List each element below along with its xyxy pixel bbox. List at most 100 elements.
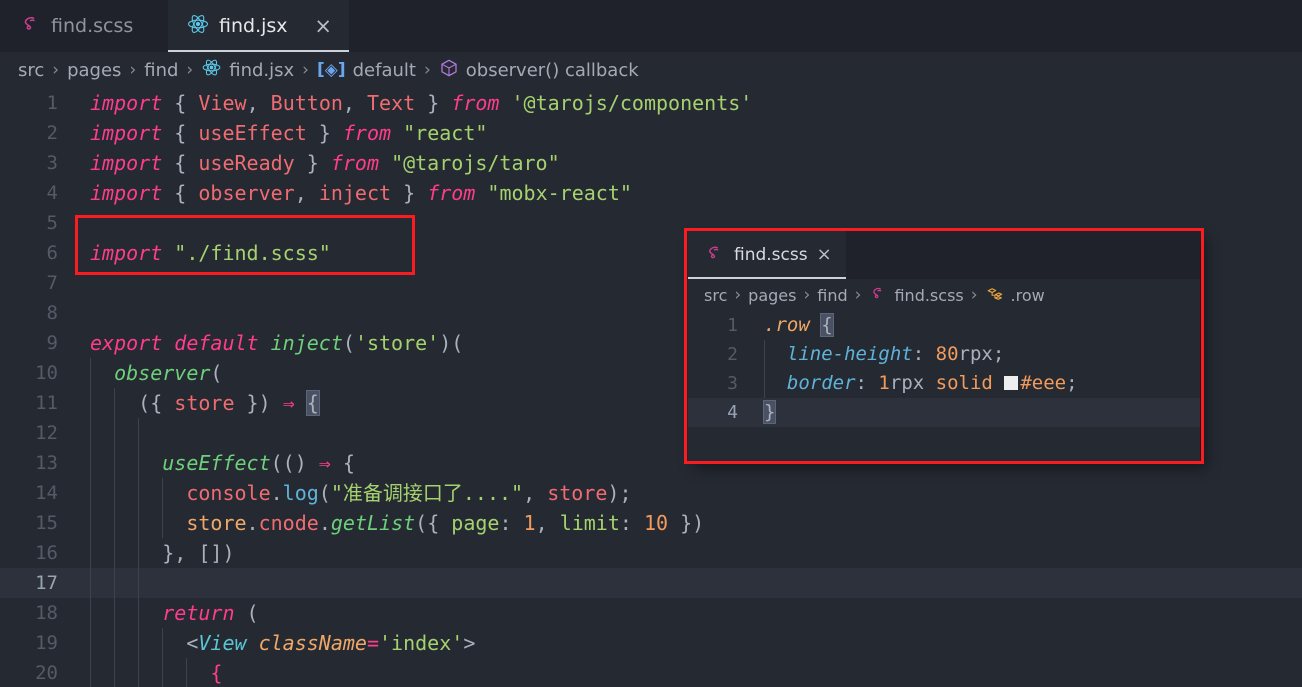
peek-line-number: 2 (727, 344, 738, 365)
code-token: : (499, 511, 524, 535)
code-token: store (547, 481, 608, 505)
line-number: 9 (46, 332, 58, 354)
line-number: 12 (35, 422, 58, 444)
css-rule-icon (985, 284, 1004, 307)
peek-code-line[interactable]: 4} (688, 398, 1200, 427)
code-line[interactable]: 3 import { useReady } from "@tarojs/taro" (0, 148, 1302, 178)
line-number: 8 (46, 302, 58, 324)
indent-guide (138, 658, 139, 687)
tab-find-jsx[interactable]: find.jsx × (168, 0, 349, 52)
close-icon[interactable]: × (314, 15, 332, 37)
code-line[interactable]: 2 import { useEffect } from "react" (0, 118, 1302, 148)
code-token: #eee (1020, 372, 1067, 394)
indent-guide (162, 628, 163, 658)
peek-breadcrumb-item-pages[interactable]: pages (748, 286, 796, 305)
peek-breadcrumb-item-src[interactable]: src (704, 286, 727, 305)
code-line[interactable]: 18 return ( (0, 598, 1302, 628)
code-token: from (451, 91, 500, 115)
code-line[interactable]: 16 }, []) (0, 538, 1302, 568)
peek-breadcrumb-item-find-scss[interactable]: find.scss (868, 284, 964, 307)
code-token: ( (318, 481, 331, 505)
editor-tab-bar: find.scss find.jsx × (0, 0, 1302, 52)
code-line[interactable]: 4 import { observer, inject } from "mobx-… (0, 178, 1302, 208)
peek-breadcrumb-item-row[interactable]: .row (985, 284, 1045, 307)
line-number: 18 (35, 602, 58, 624)
peek-code-text: .row { (750, 311, 1200, 340)
breadcrumb-item-find[interactable]: find (144, 60, 178, 81)
code-token: { (174, 121, 199, 145)
sass-icon (18, 12, 42, 41)
indent-guide (186, 658, 187, 687)
tab-find-scss[interactable]: find.scss (0, 0, 168, 52)
code-line[interactable]: 19 <View className='index'> (0, 628, 1302, 658)
cube-icon (439, 58, 459, 83)
peek-code-line[interactable]: 2 line-height: 80rpx; (688, 340, 1200, 369)
peek-breadcrumb-item-find[interactable]: find (817, 286, 847, 305)
code-line[interactable]: 20 { (0, 658, 1302, 687)
line-number: 15 (35, 512, 58, 534)
code-token: import (90, 91, 163, 115)
breadcrumb-item-src[interactable]: src (18, 60, 44, 81)
code-line[interactable]: 15 store.cnode.getList({ page: 1, limit:… (0, 508, 1302, 538)
breadcrumb-item-pages[interactable]: pages (67, 60, 121, 81)
breadcrumb-item-find-jsx[interactable]: find.jsx (201, 57, 294, 83)
code-token: } (762, 400, 777, 424)
code-token: . (270, 481, 283, 505)
code-token: ( (234, 601, 259, 625)
peek-code-line[interactable]: 3 border: 1rpx solid #eee; (688, 369, 1200, 398)
code-token: observer (198, 181, 295, 205)
code-token: : (912, 343, 936, 365)
code-token: : (855, 372, 879, 394)
breadcrumb-label: find.jsx (229, 59, 295, 81)
code-token: , (535, 511, 560, 535)
indent-guide (90, 388, 91, 418)
code-token: default (174, 331, 259, 355)
close-icon[interactable]: × (817, 246, 832, 264)
indent-guide (90, 628, 91, 658)
peek-code-view[interactable]: 1 .row {2 line-height: 80rpx; 3 border: 1r… (688, 311, 1200, 427)
code-token: from (330, 151, 380, 175)
code-token: ); (607, 481, 632, 505)
code-token: ⇒ (282, 391, 295, 415)
peek-line-number: 1 (727, 315, 738, 336)
code-token: ({ (415, 511, 452, 535)
peek-code-line[interactable]: 1 .row { (688, 311, 1200, 340)
code-token: , (246, 91, 271, 115)
code-token: { (330, 451, 355, 475)
code-line[interactable]: 17 (0, 568, 1302, 598)
code-text: import { useEffect } from "react" (72, 118, 1302, 148)
indent-guide (90, 598, 91, 628)
code-token: from (427, 181, 476, 205)
indent-guide (138, 418, 139, 448)
peek-tab-find-scss[interactable]: find.scss × (688, 231, 846, 279)
line-number: 1 (46, 92, 58, 114)
indent-guide (114, 418, 115, 448)
code-token: 'store' (354, 331, 440, 355)
breadcrumb-item-default[interactable]: [◈] default (317, 60, 416, 81)
code-line[interactable]: 1 import { View, Button, Text } from '@ta… (0, 88, 1302, 118)
indent-guide (138, 568, 139, 598)
code-token: export (90, 331, 163, 355)
code-token: Text (367, 91, 416, 115)
indent-guide (162, 508, 163, 538)
code-token: { (210, 661, 223, 685)
breadcrumb-label: find (144, 59, 179, 81)
peek-definition-panel[interactable]: find.scss × src › pages › find › find.sc… (688, 231, 1200, 462)
react-icon (201, 57, 222, 83)
code-token: ; (992, 343, 1005, 365)
code-line[interactable]: 14 console.log("准备调接口了....", store); (0, 478, 1302, 508)
code-token: , (342, 91, 367, 115)
line-number: 6 (46, 242, 58, 264)
vscode-window: find.scss find.jsx × src › pages › find … (0, 0, 1302, 687)
breadcrumb-item-observer-callback[interactable]: observer() callback (439, 58, 639, 83)
code-token: inject (270, 331, 343, 355)
code-token: } (391, 181, 428, 205)
peek-code-text: border: 1rpx solid #eee; (750, 369, 1200, 398)
